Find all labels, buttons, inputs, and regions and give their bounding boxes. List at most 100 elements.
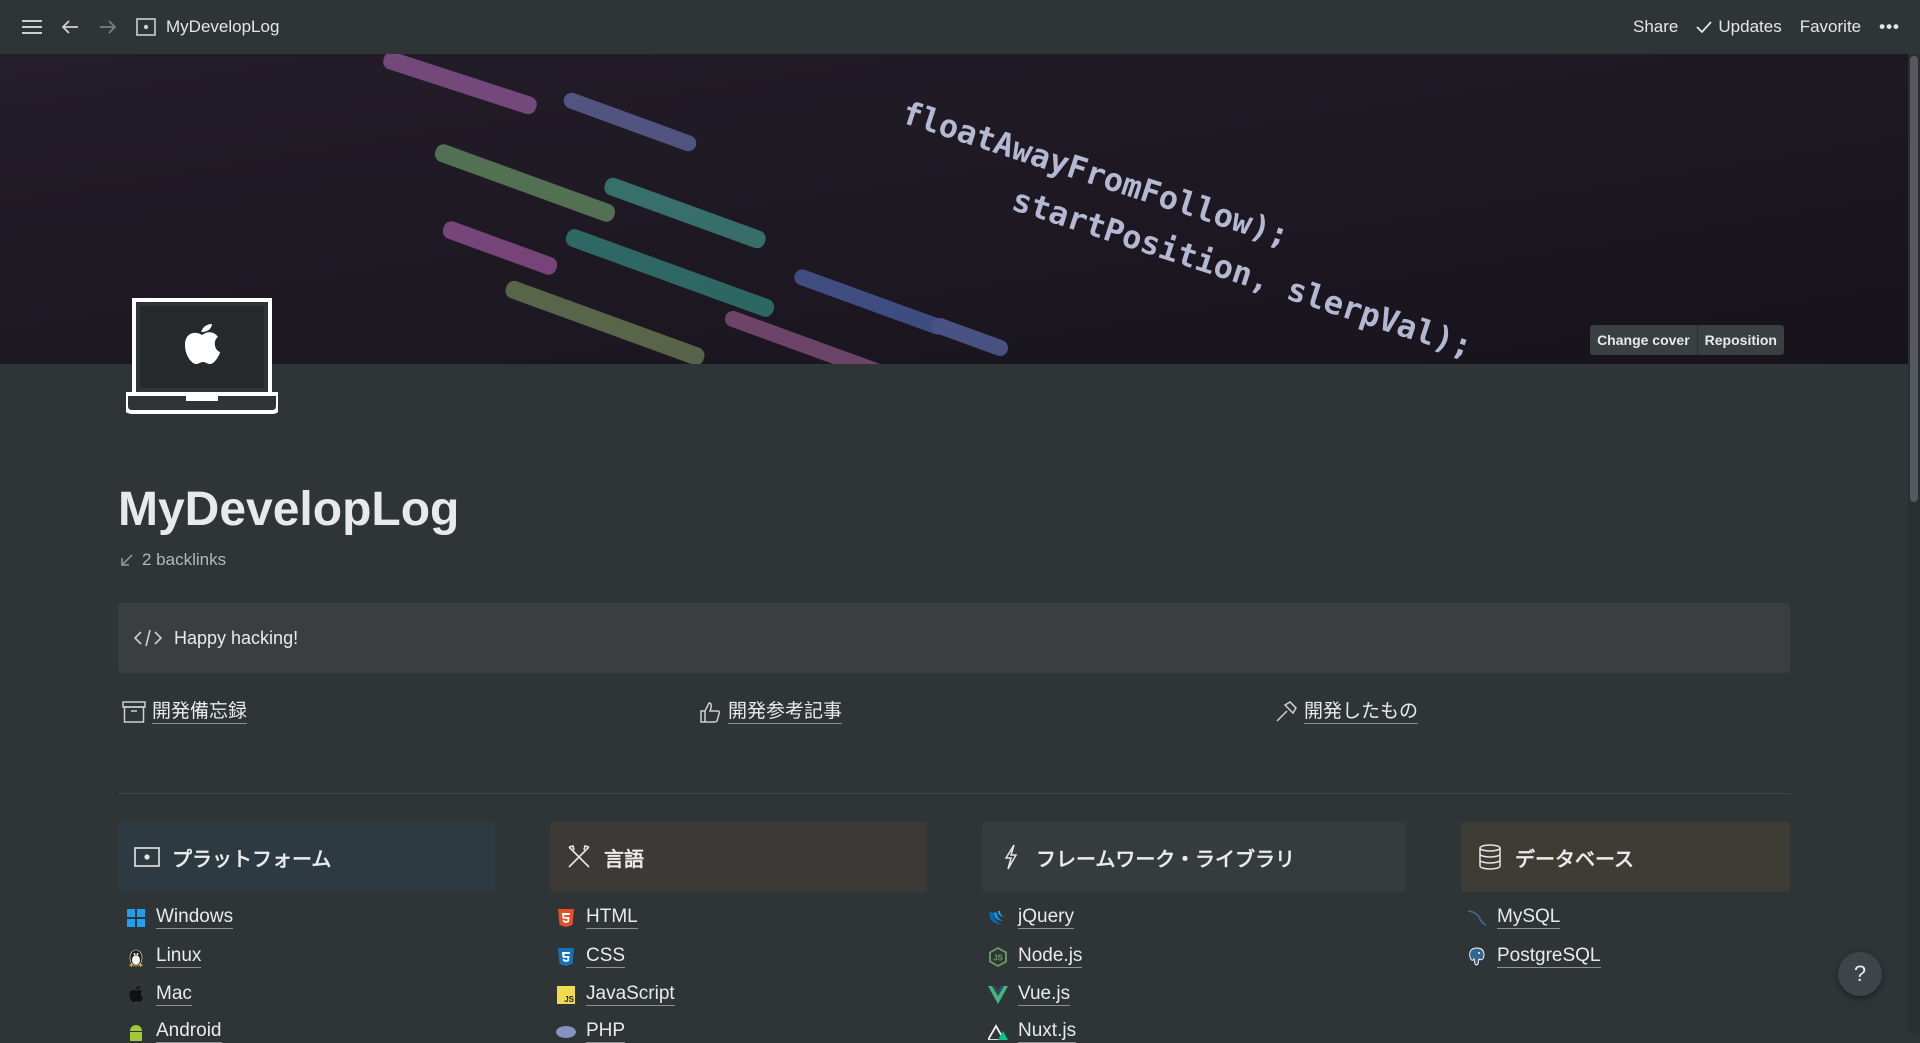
list-item-label: Mac	[156, 983, 192, 1006]
android-icon	[126, 1022, 146, 1042]
list-item-postgresql[interactable]: PostgreSQL	[1467, 945, 1601, 968]
page-links-row: 開発備忘録 開発参考記事 開発したもの	[122, 700, 1782, 730]
monitor-icon	[134, 846, 160, 868]
list-item-android[interactable]: Android	[126, 1020, 222, 1043]
column-heading-platform: プラットフォーム	[118, 822, 495, 892]
list-item-mac[interactable]: Mac	[126, 983, 192, 1006]
linux-icon	[126, 947, 146, 967]
nuxtjs-icon	[988, 1022, 1008, 1042]
list-item-windows[interactable]: Windows	[126, 906, 234, 929]
thumbs-up-icon	[698, 700, 722, 724]
more-options-icon[interactable]: •••	[1879, 17, 1900, 37]
code-icon	[134, 628, 162, 648]
database-icon	[1477, 844, 1503, 870]
scrollbar-thumb[interactable]	[1910, 56, 1918, 502]
list-item-label: CSS	[586, 945, 626, 968]
list-item-nodejs[interactable]: JS Node.js	[988, 945, 1083, 968]
divider	[118, 793, 1790, 794]
list-item-css[interactable]: CSS	[556, 945, 626, 968]
page-link-dev-made[interactable]: 開発したもの	[1274, 700, 1419, 724]
monitor-icon	[134, 15, 158, 39]
css3-icon	[556, 947, 576, 967]
page-link-dev-reference[interactable]: 開発参考記事	[698, 700, 843, 724]
column-platform: プラットフォーム Windows Linux Mac Android	[118, 822, 495, 1043]
page-link-dev-memo[interactable]: 開発備忘録	[122, 700, 248, 724]
mysql-icon	[1467, 908, 1487, 928]
list-item-mysql[interactable]: MySQL	[1467, 906, 1561, 929]
list-item-jquery[interactable]: jQuery	[988, 906, 1074, 929]
windows-icon	[126, 908, 146, 928]
cover-image: floatAwayFromFollow); startPosition, sle…	[0, 54, 1908, 364]
html5-icon	[556, 908, 576, 928]
check-icon	[1696, 21, 1713, 34]
backlinks-link[interactable]: 2 backlinks	[120, 550, 226, 570]
menu-icon[interactable]	[20, 15, 44, 39]
jquery-icon	[988, 908, 1008, 928]
svg-text:JS: JS	[993, 953, 1003, 962]
postgresql-icon	[1467, 947, 1487, 967]
laptop-icon[interactable]	[124, 298, 280, 418]
reposition-button[interactable]: Reposition	[1696, 325, 1784, 355]
lightning-icon	[998, 844, 1024, 870]
top-bar-right: Share Updates Favorite •••	[1633, 17, 1900, 37]
callout-block[interactable]: Happy hacking!	[118, 603, 1790, 673]
page-title[interactable]: MyDevelopLog	[118, 482, 459, 537]
vuejs-icon	[988, 985, 1008, 1005]
arrow-down-left-icon	[121, 554, 133, 566]
archive-icon	[122, 700, 146, 724]
column-heading-framework: フレームワーク・ライブラリ	[982, 822, 1406, 892]
column-heading-text: プラットフォーム	[172, 848, 332, 871]
list-item-linux[interactable]: Linux	[126, 945, 202, 968]
list-item-nuxtjs[interactable]: Nuxt.js	[988, 1020, 1077, 1043]
hammer-icon	[1274, 700, 1298, 724]
svg-text:JS: JS	[564, 995, 574, 1004]
column-heading-text: フレームワーク・ライブラリ	[1036, 848, 1295, 871]
breadcrumb-page-title: MyDevelopLog	[166, 17, 280, 36]
top-bar-left: MyDevelopLog	[20, 15, 279, 39]
column-heading-language: 言語	[550, 822, 927, 892]
list-item-label: PHP	[586, 1020, 626, 1043]
column-framework: フレームワーク・ライブラリ jQuery JS Node.js Vue.js N…	[982, 822, 1406, 1043]
list-item-label: Node.js	[1018, 945, 1083, 968]
favorite-button[interactable]: Favorite	[1800, 17, 1861, 37]
share-button[interactable]: Share	[1633, 17, 1678, 37]
back-arrow-icon[interactable]	[58, 15, 82, 39]
breadcrumb[interactable]: MyDevelopLog	[134, 15, 279, 39]
change-cover-button[interactable]: Change cover	[1590, 325, 1697, 355]
nodejs-icon: JS	[988, 946, 1008, 967]
column-database: データベース MySQL PostgreSQL	[1461, 822, 1790, 968]
list-item-javascript[interactable]: JS JavaScript	[556, 983, 675, 1006]
page-link-label: 開発備忘録	[152, 700, 248, 724]
javascript-icon: JS	[556, 985, 576, 1005]
list-item-label: Nuxt.js	[1018, 1020, 1077, 1043]
list-item-label: PostgreSQL	[1497, 945, 1601, 968]
list-item-vuejs[interactable]: Vue.js	[988, 983, 1071, 1006]
tools-icon	[566, 845, 592, 869]
php-icon	[556, 1022, 576, 1042]
backlinks-label: 2 backlinks	[142, 550, 227, 569]
callout-text: Happy hacking!	[174, 627, 299, 648]
column-heading-text: 言語	[604, 848, 644, 871]
list-item-php[interactable]: PHP	[556, 1020, 626, 1043]
list-item-label: jQuery	[1018, 906, 1074, 929]
page-link-label: 開発参考記事	[728, 700, 843, 724]
list-item-label: HTML	[586, 906, 638, 929]
help-button[interactable]: ?	[1838, 952, 1882, 996]
page-link-label: 開発したもの	[1304, 700, 1419, 724]
forward-arrow-icon[interactable]	[96, 15, 120, 39]
list-item-html[interactable]: HTML	[556, 906, 638, 929]
column-heading-text: データベース	[1515, 848, 1634, 871]
list-item-label: Android	[156, 1020, 222, 1043]
column-heading-database: データベース	[1461, 822, 1790, 892]
list-item-label: Vue.js	[1018, 983, 1071, 1006]
updates-button[interactable]: Updates	[1696, 17, 1782, 37]
list-item-label: MySQL	[1497, 906, 1561, 929]
scrollbar[interactable]	[1908, 54, 1920, 1033]
list-item-label: Windows	[156, 906, 234, 929]
updates-label: Updates	[1718, 17, 1782, 36]
list-item-label: Linux	[156, 945, 202, 968]
cover-controls: Change cover Reposition	[1590, 325, 1784, 355]
column-language: 言語 HTML CSS JS JavaScript PHP	[550, 822, 927, 1043]
list-item-label: JavaScript	[586, 983, 675, 1006]
code-cover-art: floatAwayFromFollow); startPosition, sle…	[0, 54, 1908, 364]
